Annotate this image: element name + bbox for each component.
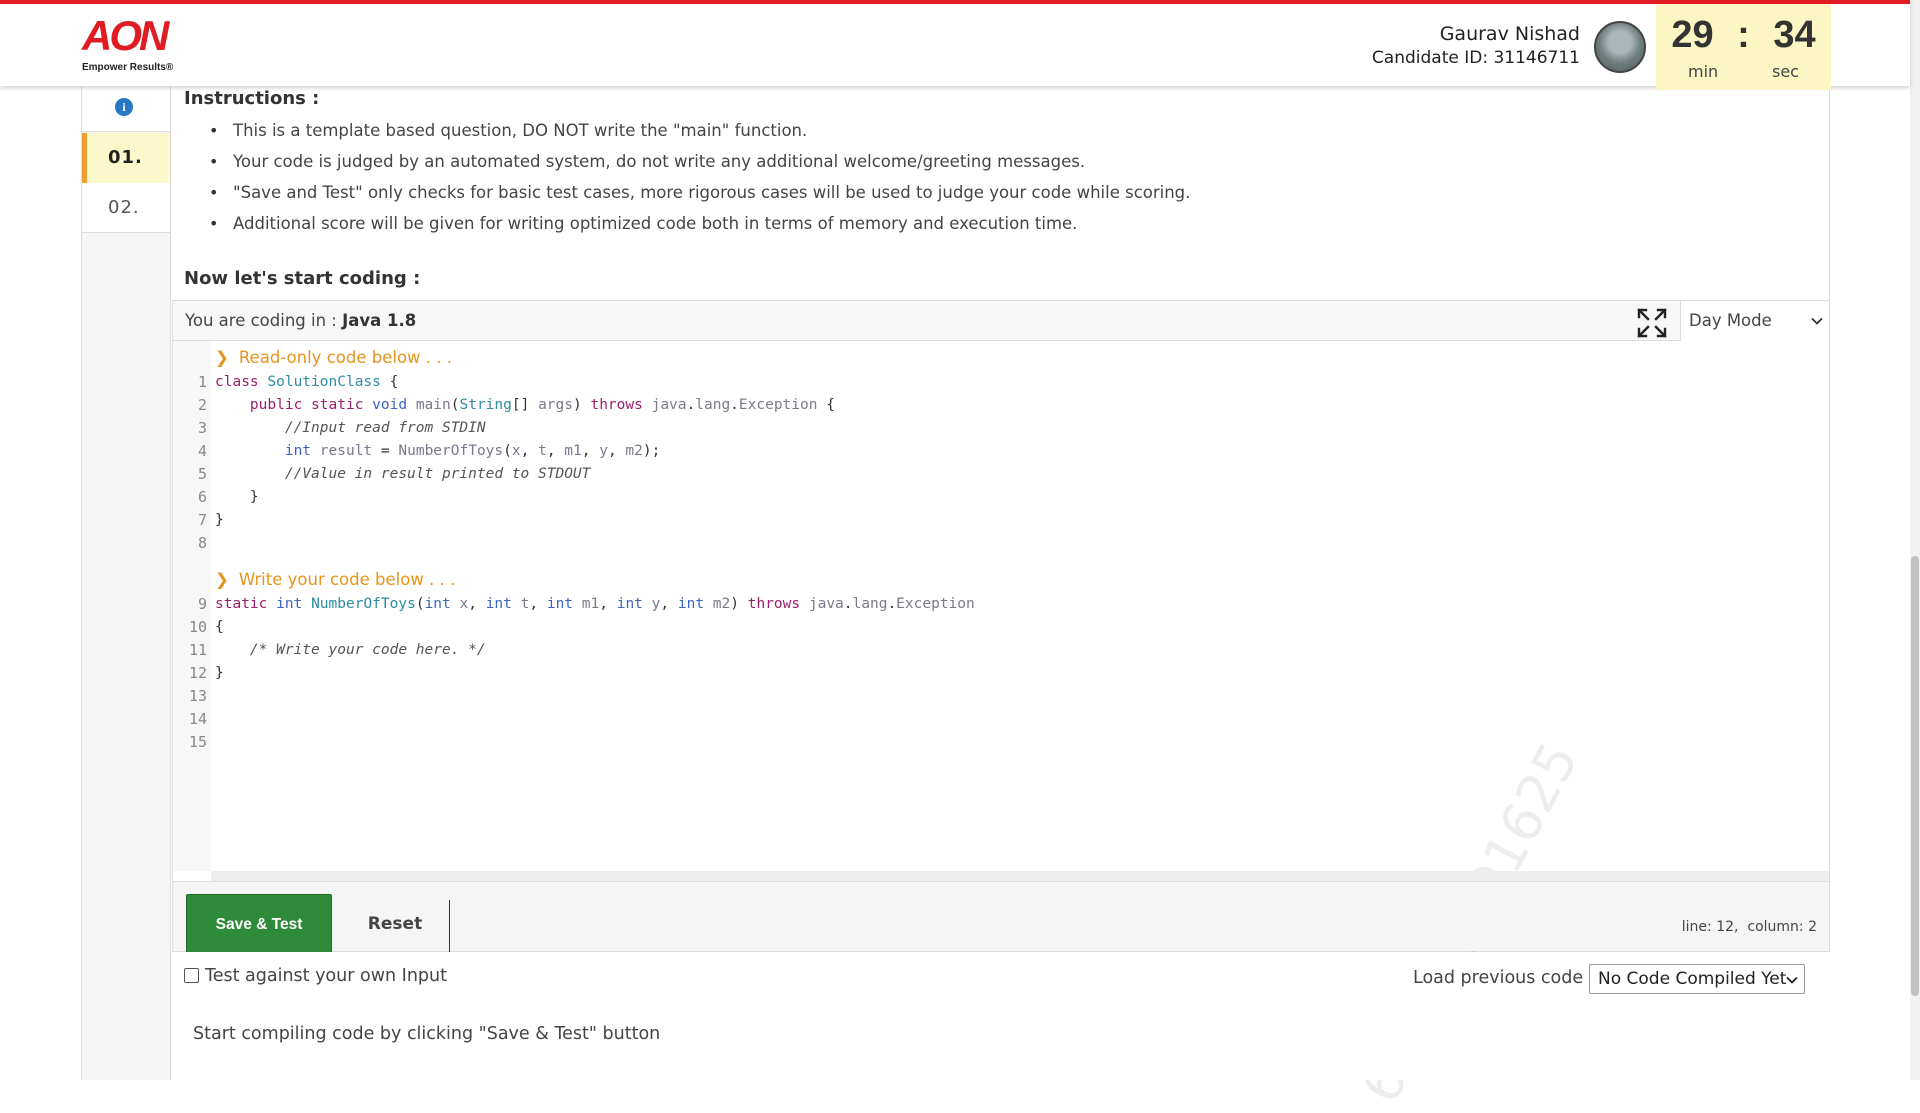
code-line: //Value in result printed to STDOUT: [215, 466, 591, 482]
line-number: 6: [197, 488, 207, 506]
top-header: AON Empower Results® Gaurav Nishad Candi…: [0, 0, 1910, 90]
question-tab-01[interactable]: 01.: [82, 133, 170, 183]
theme-select-value: Day Mode: [1689, 311, 1772, 330]
editor-horizontal-scrollbar[interactable]: [211, 871, 1829, 881]
code-line[interactable]: }: [215, 662, 224, 685]
readonly-section-label: ❯ Read-only code below . . .: [215, 348, 452, 367]
code-editor[interactable]: 6759-3101625 ❯Read-only code below . . .…: [211, 341, 1829, 1113]
test-own-input-checkbox[interactable]: [184, 968, 199, 983]
line-number: 13: [188, 687, 207, 705]
code-line: //Input read from STDIN: [215, 420, 486, 436]
save-and-test-button[interactable]: Save & Test: [186, 894, 332, 956]
scrollbar-thumb[interactable]: [1911, 556, 1919, 996]
logo-wordmark: AON: [82, 12, 169, 59]
line-number: 14: [188, 710, 207, 728]
compile-message: Start compiling code by clicking "Save &…: [193, 1024, 661, 1044]
logo-tagline: Empower Results®: [82, 62, 174, 73]
line-number: 4: [197, 442, 207, 460]
line-number-gutter: 1 2 3 4 5 6 7 8 9 10 11 12 13 14 15: [173, 341, 211, 871]
code-line[interactable]: {: [215, 616, 224, 639]
line-number: 10: [188, 618, 207, 636]
reset-button[interactable]: Reset: [345, 894, 445, 954]
aon-logo: AON Empower Results®: [80, 12, 180, 78]
language-prefix: You are coding in :: [185, 311, 343, 330]
chevron-down-icon: [1786, 976, 1798, 984]
code-line: int result = NumberOfToys(x, t, m1, y, m…: [284, 443, 661, 459]
chevron-right-icon: ❯: [215, 348, 229, 367]
countdown-timer: 29:34 min sec: [1656, 4, 1831, 90]
timer-separator: :: [1737, 14, 1750, 56]
code-line: class SolutionClass {: [215, 374, 399, 390]
question-nav: i 01. 02.: [81, 86, 171, 1080]
line-number: 12: [188, 664, 207, 682]
editor-toolbar: You are coding in : Java 1.8 Day Mode: [173, 301, 1829, 341]
line-number: 1: [197, 373, 207, 391]
candidate-name: Gaurav Nishad: [1439, 23, 1580, 45]
code-line[interactable]: /* Write your code here. */: [215, 639, 486, 662]
code-editor-panel: You are coding in : Java 1.8 Day Mode 1: [172, 300, 1830, 1113]
fullscreen-icon[interactable]: [1635, 306, 1669, 340]
load-previous-select[interactable]: No Code Compiled Yet: [1589, 964, 1805, 994]
page-scrollbar[interactable]: [1910, 0, 1920, 1080]
test-input-area: Test against your own Input Load previou…: [172, 952, 1830, 1080]
instructions-list: This is a template based question, DO NO…: [184, 120, 1190, 244]
coding-heading: Now let's start coding :: [184, 268, 421, 289]
timer-minutes: 29: [1671, 14, 1714, 56]
timer-sec-label: sec: [1772, 62, 1799, 81]
candidate-info: Gaurav Nishad Candidate ID: 31146711: [1372, 22, 1580, 70]
timer-seconds: 34: [1773, 14, 1816, 56]
instruction-item: This is a template based question, DO NO…: [184, 120, 1190, 151]
candidate-id: Candidate ID: 31146711: [1371, 48, 1580, 68]
timer-min-label: min: [1688, 62, 1719, 81]
line-number: 3: [197, 419, 207, 437]
line-number: 2: [197, 396, 207, 414]
line-number: 7: [197, 511, 207, 529]
instructions-tab[interactable]: i: [82, 86, 170, 132]
load-previous-label: Load previous code :: [1413, 968, 1595, 988]
code-line[interactable]: static int NumberOfToys(int x, int t, in…: [215, 593, 975, 616]
language-name: Java 1.8: [342, 311, 417, 330]
line-number: 5: [197, 465, 207, 483]
code-line: }: [215, 489, 259, 505]
question-tab-02[interactable]: 02.: [82, 183, 170, 233]
writable-section-label: ❯ Write your code below . . .: [215, 570, 456, 589]
line-number: 15: [188, 733, 207, 751]
main-content: Instructions : This is a template based …: [172, 86, 1830, 1113]
info-icon: i: [115, 98, 133, 116]
line-number: 11: [188, 641, 207, 659]
theme-select[interactable]: Day Mode: [1680, 301, 1829, 341]
chevron-down-icon: [1811, 317, 1823, 325]
chevron-right-icon: ❯: [215, 570, 229, 589]
instruction-item: "Save and Test" only checks for basic te…: [184, 182, 1190, 213]
instructions-heading: Instructions :: [184, 88, 320, 109]
line-number: 9: [197, 595, 207, 613]
instruction-item: Your code is judged by an automated syst…: [184, 151, 1190, 182]
line-number: 8: [197, 534, 207, 552]
instruction-item: Additional score will be given for writi…: [184, 213, 1190, 244]
test-own-input-option[interactable]: Test against your own Input: [184, 966, 447, 986]
test-own-input-label: Test against your own Input: [205, 966, 447, 986]
code-line: }: [215, 512, 224, 528]
avatar: [1594, 21, 1646, 73]
code-line: public static void main(String[] args) t…: [249, 397, 835, 413]
divider: [449, 900, 450, 952]
language-indicator: You are coding in : Java 1.8: [185, 311, 416, 330]
cursor-position: line: 12, column: 2: [1681, 919, 1817, 935]
load-previous-value: No Code Compiled Yet: [1598, 969, 1787, 989]
editor-action-bar: Save & Test Reset line: 12, column: 2: [173, 881, 1829, 956]
